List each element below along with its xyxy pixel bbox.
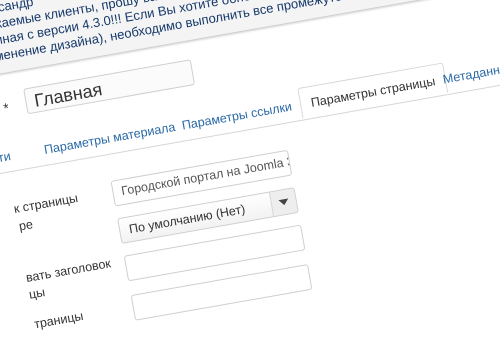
menu-title-input[interactable]: Главная [23, 59, 196, 115]
joomla-menu-item-editor: Александр Уважаемые клиенты, прошу вас .… [0, 0, 500, 357]
page-heading-label: вать заголовок [24, 256, 112, 285]
page-heading-label-cont: цы [27, 285, 47, 302]
caret-down-icon[interactable] [268, 188, 298, 217]
tab-metadata[interactable]: Метаданные [442, 60, 500, 87]
menu-title-label: ено * [0, 99, 11, 121]
show-page-heading-value: По умолчанию (Нет) [127, 202, 247, 237]
tab-details[interactable]: ости [0, 149, 12, 167]
page-class-label: траницы [33, 308, 85, 332]
show-page-heading-label: ре [17, 217, 34, 234]
tab-link-options[interactable]: Параметры ссылки [181, 99, 293, 132]
tab-page-display[interactable]: Параметры страницы [297, 62, 449, 119]
tab-article-options[interactable]: Параметры материала [43, 120, 176, 157]
browser-page-title-label: к страницы [12, 191, 80, 217]
